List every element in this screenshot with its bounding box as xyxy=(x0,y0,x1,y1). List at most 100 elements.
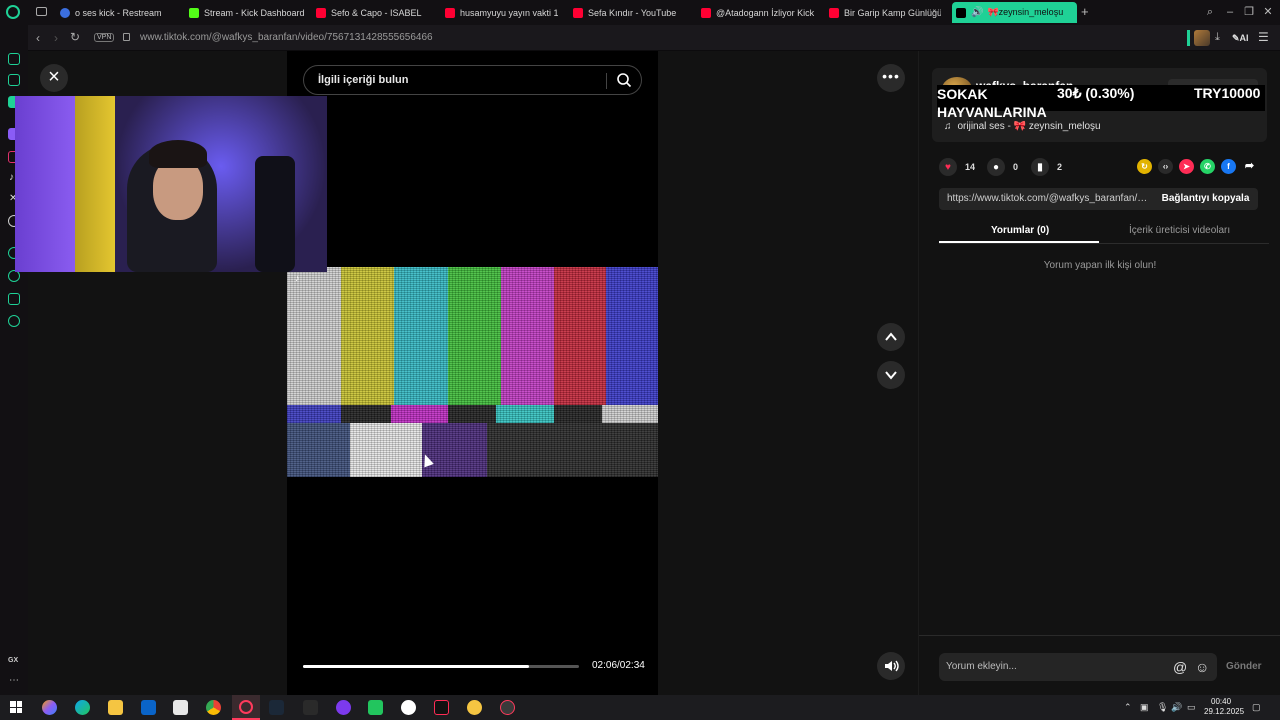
new-tab-button[interactable]: + xyxy=(1081,4,1089,19)
extensions-icon[interactable] xyxy=(8,293,20,305)
tray-app-icon[interactable]: ▣ xyxy=(1140,702,1149,713)
next-video-button[interactable] xyxy=(877,361,905,389)
search-input[interactable]: İlgili içeriği bulun xyxy=(318,74,408,86)
gx-control-icon[interactable] xyxy=(8,53,20,65)
sidebar-more-icon[interactable]: ⋯ xyxy=(9,675,19,686)
more-options-button[interactable]: ••• xyxy=(877,64,905,92)
whatsapp-icon[interactable]: ✆ xyxy=(1200,159,1215,174)
browser-tab-kick-dashboard[interactable]: Stream - Kick Dashboard xyxy=(189,2,307,23)
speaker-tray-icon[interactable]: 🔊 xyxy=(1171,702,1182,713)
url-field[interactable]: www.tiktok.com/@wafkys_baranfan/video/75… xyxy=(140,32,433,43)
system-clock[interactable]: 00:40 29.12.2025 xyxy=(1198,697,1244,717)
minimize-icon[interactable]: – xyxy=(1224,6,1236,18)
edge-icon[interactable] xyxy=(75,700,90,715)
browser-tab-youtube-5[interactable]: Bir Garip Kamp Günlüğü xyxy=(829,2,941,23)
panel-tabs: Yorumlar (0) İçerik üreticisi videoları xyxy=(939,220,1269,244)
tab-label: Bir Garip Kamp Günlüğü xyxy=(844,7,941,18)
tray-overflow-icon[interactable]: ⌃ xyxy=(1124,702,1132,713)
share-link-field[interactable]: https://www.tiktok.com/@wafkys_baranfan/… xyxy=(947,193,1152,204)
tab-label: Sefa Kındır - YouTube xyxy=(588,7,677,18)
maximize-icon[interactable]: ❐ xyxy=(1243,6,1255,18)
app-red-icon[interactable] xyxy=(500,700,515,715)
browser-tab-youtube-4[interactable]: @Atadogann İzliyor Kick xyxy=(701,2,814,23)
reload-icon[interactable]: ↻ xyxy=(70,30,80,44)
settings-gear-icon[interactable] xyxy=(8,315,20,327)
video-frame[interactable]: ♪ xyxy=(287,267,658,477)
app-green-icon[interactable] xyxy=(368,700,383,715)
more-icon: ••• xyxy=(882,68,900,84)
volume-button[interactable] xyxy=(877,652,905,680)
menu-icon[interactable]: ☰ xyxy=(1258,30,1269,44)
tiktok-sidebar-icon[interactable]: ♪ xyxy=(9,172,14,183)
browser-tab-youtube-2[interactable]: husamyuyu yayın vakti 13 xyxy=(445,2,558,23)
chrome-icon[interactable] xyxy=(206,700,221,715)
app-yellow-icon[interactable] xyxy=(467,700,482,715)
search-tabs-icon[interactable]: ⌕ xyxy=(1204,6,1216,18)
network-icon[interactable]: ▭ xyxy=(1187,702,1196,713)
progress-bar[interactable] xyxy=(303,665,579,668)
repost-icon[interactable]: ↻ xyxy=(1137,159,1152,174)
ai-button[interactable]: ✎AI xyxy=(1232,33,1249,44)
embed-icon[interactable]: ‹› xyxy=(1158,159,1173,174)
youtube-icon xyxy=(573,7,583,18)
static-noise-overlay xyxy=(287,267,658,477)
browser-tab-tiktok-active[interactable]: 🔊 🎀zeynsin_meloşu xyxy=(952,2,1077,23)
emoji-icon[interactable]: ☺ xyxy=(1195,659,1209,675)
opera-gx-taskbar-active[interactable] xyxy=(232,695,260,720)
tab-creator-videos[interactable]: İçerik üreticisi videoları xyxy=(1129,225,1230,236)
send-comment-button[interactable]: Gönder xyxy=(1226,661,1262,672)
gx-corner-icon[interactable] xyxy=(8,74,20,86)
tiktok-taskbar-icon[interactable] xyxy=(434,700,449,715)
profile-avatar[interactable] xyxy=(1194,30,1210,46)
youtube-icon xyxy=(829,7,839,18)
comment-button[interactable]: ● 0 xyxy=(987,158,1018,176)
save-button[interactable]: ▮ 2 xyxy=(1031,158,1062,176)
search-icon[interactable] xyxy=(616,72,632,88)
details-panel: wafkys_baranfan SOKAK HAYVANLARINA 30₺ (… xyxy=(918,51,1280,695)
discord-taskbar-icon[interactable] xyxy=(336,700,351,715)
steam-icon[interactable] xyxy=(269,700,284,715)
tab-label: o ses kick - Restream xyxy=(75,7,162,18)
yellow-wall xyxy=(75,96,115,272)
back-icon[interactable]: ‹ xyxy=(36,31,40,45)
purple-light xyxy=(15,96,75,272)
obs-icon[interactable] xyxy=(401,700,416,715)
download-icon[interactable]: ⤓ xyxy=(1215,31,1220,44)
mention-icon[interactable]: @ xyxy=(1173,659,1187,675)
outlook-icon[interactable] xyxy=(141,700,156,715)
store-icon[interactable] xyxy=(173,700,188,715)
speaker-icon[interactable]: 🔊 xyxy=(971,7,983,18)
like-button[interactable]: ♥ 14 xyxy=(939,158,975,176)
notification-icon[interactable]: ▢ xyxy=(1252,702,1261,713)
streamer-hair xyxy=(149,140,207,168)
tab-label: 🎀zeynsin_meloşu xyxy=(987,7,1064,17)
lock-icon[interactable] xyxy=(123,33,130,41)
donation-goal: TRY10000 xyxy=(1194,85,1261,101)
share-icon[interactable]: ➦ xyxy=(1242,159,1257,174)
tab-label: husamyuyu yayın vakti 13 xyxy=(460,7,558,18)
tab-overview-icon[interactable] xyxy=(36,7,47,16)
copilot-icon[interactable] xyxy=(42,700,57,715)
vpn-badge[interactable]: VPN xyxy=(94,33,115,42)
file-explorer-icon[interactable] xyxy=(108,700,123,715)
tiktok-icon xyxy=(956,7,966,18)
search-bar[interactable]: İlgili içeriği bulun xyxy=(303,65,642,95)
previous-video-button[interactable] xyxy=(877,323,905,351)
chevron-down-icon xyxy=(885,371,897,380)
close-window-icon[interactable]: ✕ xyxy=(1262,6,1274,18)
copy-link-button[interactable]: Bağlantıyı kopyala xyxy=(1153,188,1258,210)
music-info[interactable]: ♫ orijinal ses - 🎀 zeynsin_meloşu xyxy=(944,121,1101,132)
forward-icon[interactable]: › xyxy=(54,31,58,45)
facebook-icon[interactable]: f xyxy=(1221,159,1236,174)
start-icon[interactable] xyxy=(10,701,22,713)
browser-tab-youtube-3[interactable]: Sefa Kındır - YouTube xyxy=(573,2,685,23)
comment-input[interactable]: Yorum ekleyin... @ ☺ xyxy=(939,653,1217,681)
opera-gx-logo-icon[interactable] xyxy=(6,5,20,19)
browser-tab-restream[interactable]: o ses kick - Restream xyxy=(60,2,178,23)
tab-comments[interactable]: Yorumlar (0) xyxy=(991,225,1049,236)
close-video-button[interactable]: × xyxy=(40,64,68,92)
browser-tab-youtube-1[interactable]: Sefo & Capo - ISABEL xyxy=(316,2,430,23)
microphone-icon[interactable]: 🎙 xyxy=(1157,702,1168,713)
epic-games-icon[interactable] xyxy=(303,700,318,715)
send-to-friends-icon[interactable]: ➤ xyxy=(1179,159,1194,174)
